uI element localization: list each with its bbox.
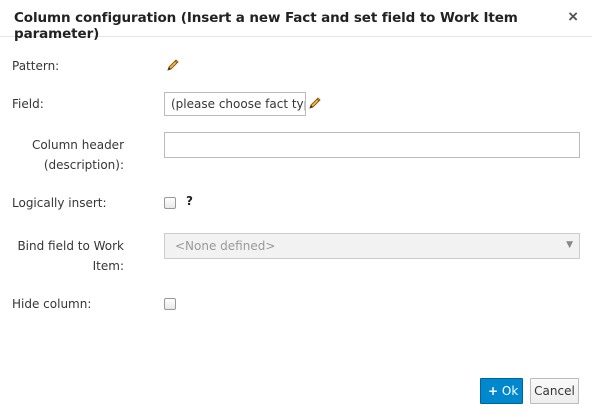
column-header-label: Column header (description): xyxy=(12,135,124,175)
bind-field-label: Bind field to Work Item: xyxy=(12,236,124,276)
hide-column-checkbox[interactable] xyxy=(164,298,176,310)
help-icon[interactable]: ? xyxy=(186,194,193,208)
pencil-icon[interactable] xyxy=(166,58,180,72)
pencil-icon[interactable] xyxy=(308,96,322,110)
ok-button[interactable]: + Ok xyxy=(480,378,523,404)
logically-insert-label: Logically insert: xyxy=(12,196,107,210)
bind-field-select[interactable]: <None defined> ▼ xyxy=(164,233,580,259)
bind-field-label-line2: Item: xyxy=(92,259,124,273)
chevron-down-icon: ▼ xyxy=(566,240,573,250)
pattern-label: Pattern: xyxy=(12,59,60,73)
dialog-title: Column configuration (Insert a new Fact … xyxy=(14,10,518,42)
field-label: Field: xyxy=(12,97,44,111)
column-header-input[interactable] xyxy=(164,132,580,158)
ok-button-label: Ok xyxy=(501,384,519,398)
field-value-box[interactable]: (please choose fact typ xyxy=(164,92,306,116)
bind-field-selected-value: <None defined> xyxy=(175,239,276,253)
column-header-label-line1: Column header xyxy=(31,138,124,152)
bind-field-label-line1: Bind field to Work xyxy=(17,239,124,253)
column-header-label-line2: (description): xyxy=(43,158,124,172)
plus-icon: + xyxy=(488,384,499,398)
close-icon[interactable]: × xyxy=(568,8,578,26)
hide-column-label: Hide column: xyxy=(12,297,92,311)
cancel-button[interactable]: Cancel xyxy=(530,378,579,404)
logically-insert-checkbox[interactable] xyxy=(164,197,176,209)
dialog-header: Column configuration (Insert a new Fact … xyxy=(0,0,592,42)
